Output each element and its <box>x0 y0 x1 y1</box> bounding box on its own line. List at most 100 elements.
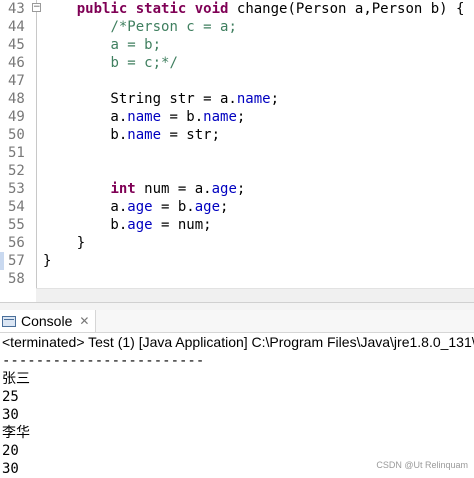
code-line[interactable]: 44 /*Person c = a; <box>0 18 474 36</box>
code-token: b = c;*/ <box>110 55 178 71</box>
line-number: 58 <box>8 271 25 287</box>
code-token: void <box>194 1 229 17</box>
line-number: 45 <box>8 37 25 53</box>
code-token: static <box>135 1 187 17</box>
editor-horizontal-scrollbar[interactable] <box>36 288 474 303</box>
console-icon <box>2 315 16 327</box>
code-token: ; <box>236 109 246 125</box>
code-line[interactable]: 45 a = b; <box>0 36 474 54</box>
line-number: 47 <box>8 73 25 89</box>
console-output-line: ------------------------ <box>2 353 205 369</box>
code-token: = b. <box>161 109 204 125</box>
code-token: name <box>236 91 271 107</box>
code-text: a = b; <box>43 36 161 54</box>
code-token: a = b; <box>110 37 162 53</box>
code-token: age <box>127 199 153 215</box>
line-number: 53 <box>8 181 25 197</box>
line-number: 43 <box>8 1 25 17</box>
console-output-line: 30 <box>2 407 19 423</box>
code-line[interactable]: 49 a.name = b.name; <box>0 108 474 126</box>
line-number: 49 <box>8 109 25 125</box>
code-line[interactable]: 56 } <box>0 234 474 252</box>
code-text: String str = a.name; <box>43 90 279 108</box>
console-output-line: 李华 <box>2 425 30 441</box>
line-number: 51 <box>8 145 25 161</box>
code-text: b.name = str; <box>43 126 220 144</box>
code-token: name <box>127 127 162 143</box>
code-token: = num; <box>152 217 212 233</box>
code-token: ; <box>220 199 229 215</box>
code-text: a.age = b.age; <box>43 198 228 216</box>
code-text: /*Person c = a; <box>43 18 237 36</box>
code-token: age <box>194 199 221 215</box>
line-number: 46 <box>8 55 25 71</box>
code-line[interactable]: 57} <box>0 252 474 270</box>
code-token: name <box>127 109 162 125</box>
code-text: } <box>43 234 85 252</box>
code-line[interactable]: 51 <box>0 144 474 162</box>
close-icon[interactable]: ✕ <box>79 314 89 328</box>
line-number: 55 <box>8 217 25 233</box>
line-number: 52 <box>8 163 25 179</box>
watermark: CSDN @Ut Relinquam <box>376 460 468 470</box>
code-token: num = a. <box>135 181 212 197</box>
line-number: 44 <box>8 19 25 35</box>
console-output-line: 30 <box>2 461 19 477</box>
code-token: ; <box>270 91 280 107</box>
code-line[interactable]: 55 b.age = num; <box>0 216 474 234</box>
current-line-marker <box>0 252 4 270</box>
code-editor[interactable]: 43− public static void change(Person a,P… <box>0 0 474 302</box>
code-token: /*Person c = a; <box>110 19 237 35</box>
code-token: b. <box>43 217 128 233</box>
code-token: a. <box>43 109 128 125</box>
line-number: 57 <box>8 253 25 269</box>
code-token: ; <box>236 181 246 197</box>
code-token: } <box>43 235 86 251</box>
code-line[interactable]: 46 b = c;*/ <box>0 54 474 72</box>
code-line[interactable]: 43− public static void change(Person a,P… <box>0 0 474 18</box>
console-output-line: 张三 <box>2 371 30 387</box>
code-token: = b. <box>152 199 195 215</box>
code-token: change(Person a,Person b) { <box>228 1 465 17</box>
fold-toggle-icon[interactable]: − <box>32 3 41 12</box>
console-status-text: <terminated> Test (1) [Java Application]… <box>2 334 474 350</box>
console-tab-bar: Console ✕ <box>0 310 474 333</box>
code-line[interactable]: 50 b.name = str; <box>0 126 474 144</box>
code-token: name <box>203 109 237 125</box>
code-line[interactable]: 48 String str = a.name; <box>0 90 474 108</box>
code-text: public static void change(Person a,Perso… <box>43 0 465 18</box>
code-token: age <box>211 181 237 197</box>
code-text: b.age = num; <box>43 216 212 234</box>
line-number: 48 <box>8 91 25 107</box>
code-line[interactable]: 58 <box>0 270 474 288</box>
code-token: = str; <box>161 127 221 143</box>
tab-console-label: Console <box>21 313 73 329</box>
code-token: a. <box>43 199 128 215</box>
code-text: b = c;*/ <box>43 54 178 72</box>
code-token: public <box>76 1 128 17</box>
code-token: age <box>127 217 153 233</box>
code-line[interactable]: 53 int num = a.age; <box>0 180 474 198</box>
code-token: String str = a. <box>43 91 237 107</box>
tab-console[interactable]: Console ✕ <box>0 310 97 332</box>
console-output-line: 25 <box>2 389 19 405</box>
line-number: 50 <box>8 127 25 143</box>
line-number: 56 <box>8 235 25 251</box>
line-number: 54 <box>8 199 25 215</box>
code-token: b. <box>43 127 128 143</box>
code-line[interactable]: 52 <box>0 162 474 180</box>
code-token: } <box>43 253 52 269</box>
code-token: int <box>110 181 136 197</box>
code-text: } <box>43 252 51 270</box>
code-line[interactable]: 47 <box>0 72 474 90</box>
code-line[interactable]: 54 a.age = b.age; <box>0 198 474 216</box>
console-output-line: 20 <box>2 443 19 459</box>
code-text: int num = a.age; <box>43 180 245 198</box>
